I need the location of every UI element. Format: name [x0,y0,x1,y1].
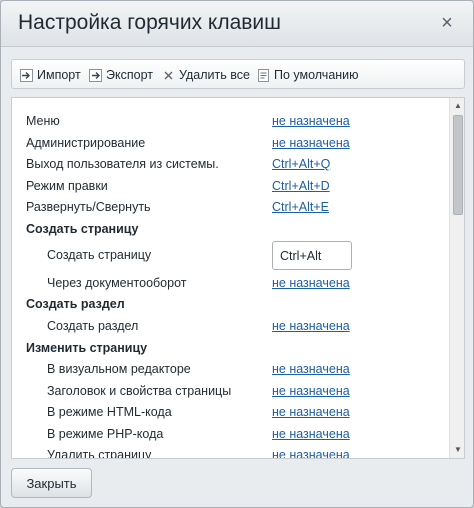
group-title: Изменить страницу [26,341,148,355]
hotkey-row: В режиме HTML-кода не назначена [12,403,450,423]
dialog-titlebar[interactable]: Настройка горячих клавиш × [1,1,473,47]
close-button[interactable]: Закрыть [11,468,92,498]
delete-all-button[interactable]: Удалить все [162,66,250,84]
scroll-down-icon[interactable]: ▼ [450,442,464,458]
hotkey-label: Администрирование [26,136,146,150]
dialog-title: Настройка горячих клавиш [18,11,282,34]
toolbar: Импорт Экспорт Удалить все По умолчанию [11,59,465,89]
group-header: Изменить страницу [12,339,450,359]
hotkey-label: В режиме PHP-кода [47,427,164,441]
default-label: По умолчанию [274,68,359,82]
group-header: Создать страницу [12,220,450,240]
hotkey-link[interactable]: не назначена [272,384,350,398]
import-label: Импорт [37,68,81,82]
hotkey-label: Развернуть/Свернуть [26,200,151,214]
hotkey-link[interactable]: не назначена [272,362,350,376]
group-title: Создать раздел [26,297,125,311]
hotkey-label: Режим правки [26,179,108,193]
hotkeys-list[interactable]: Меню не назначена Администрирование не н… [11,97,465,459]
hotkey-row: Создать страницу [12,241,450,271]
hotkey-input[interactable] [272,241,352,270]
default-button[interactable]: По умолчанию [257,66,359,84]
hotkey-row: Заголовок и свойства страницы не назначе… [12,382,450,402]
hotkey-row: Создать раздел не назначена [12,317,450,337]
hotkey-row: Режим правки Ctrl+Alt+D [12,177,450,197]
hotkey-link[interactable]: не назначена [272,276,350,290]
hotkey-label: Заголовок и свойства страницы [47,384,232,398]
hotkey-label: Удалить страницу [47,448,152,459]
vertical-scrollbar[interactable]: ▲ ▼ [449,98,464,458]
default-icon [257,68,270,82]
export-icon [89,68,102,82]
hotkey-label: Выход пользователя из системы. [26,157,219,171]
hotkey-label: Создать раздел [47,319,139,333]
hotkey-label: Через документооборот [47,276,187,290]
group-header: Создать раздел [12,295,450,315]
hotkey-link[interactable]: Ctrl+Alt+E [272,200,329,214]
hotkey-label: В режиме HTML-кода [47,405,172,419]
hotkey-label: Создать страницу [47,248,152,262]
hotkey-link[interactable]: Ctrl+Alt+Q [272,157,330,171]
scrollbar-thumb[interactable] [453,115,463,215]
export-button[interactable]: Экспорт [89,66,153,84]
hotkey-link[interactable]: не назначена [272,319,350,333]
hotkey-row: Администрирование не назначена [12,134,450,154]
hotkey-row: В режиме PHP-кода не назначена [12,425,450,445]
delete-icon [162,69,175,82]
hotkey-row: Через документооборот не назначена [12,274,450,294]
export-label: Экспорт [106,68,153,82]
delete-all-label: Удалить все [179,68,250,82]
hotkey-link[interactable]: не назначена [272,427,350,441]
hotkey-label: Меню [26,114,60,128]
hotkey-row: В визуальном редакторе не назначена [12,360,450,380]
scroll-up-icon[interactable]: ▲ [450,98,464,114]
hotkey-link[interactable]: не назначена [272,136,350,150]
hotkey-row: Выход пользователя из системы. Ctrl+Alt+… [12,155,450,175]
hotkey-row: Удалить страницу не назначена [12,446,450,459]
hotkey-row: Меню не назначена [12,112,450,132]
group-title: Создать страницу [26,222,139,236]
hotkeys-dialog: Настройка горячих клавиш × Импорт Экспор… [0,0,474,508]
hotkey-link[interactable]: не назначена [272,114,350,128]
hotkey-link[interactable]: Ctrl+Alt+D [272,179,330,193]
close-icon[interactable]: × [436,12,458,34]
hotkey-link[interactable]: не назначена [272,448,350,458]
import-icon [20,68,33,82]
hotkey-link[interactable]: не назначена [272,405,350,419]
import-button[interactable]: Импорт [20,66,81,84]
hotkey-label: В визуальном редакторе [47,362,191,376]
hotkey-row: Развернуть/Свернуть Ctrl+Alt+E [12,198,450,218]
